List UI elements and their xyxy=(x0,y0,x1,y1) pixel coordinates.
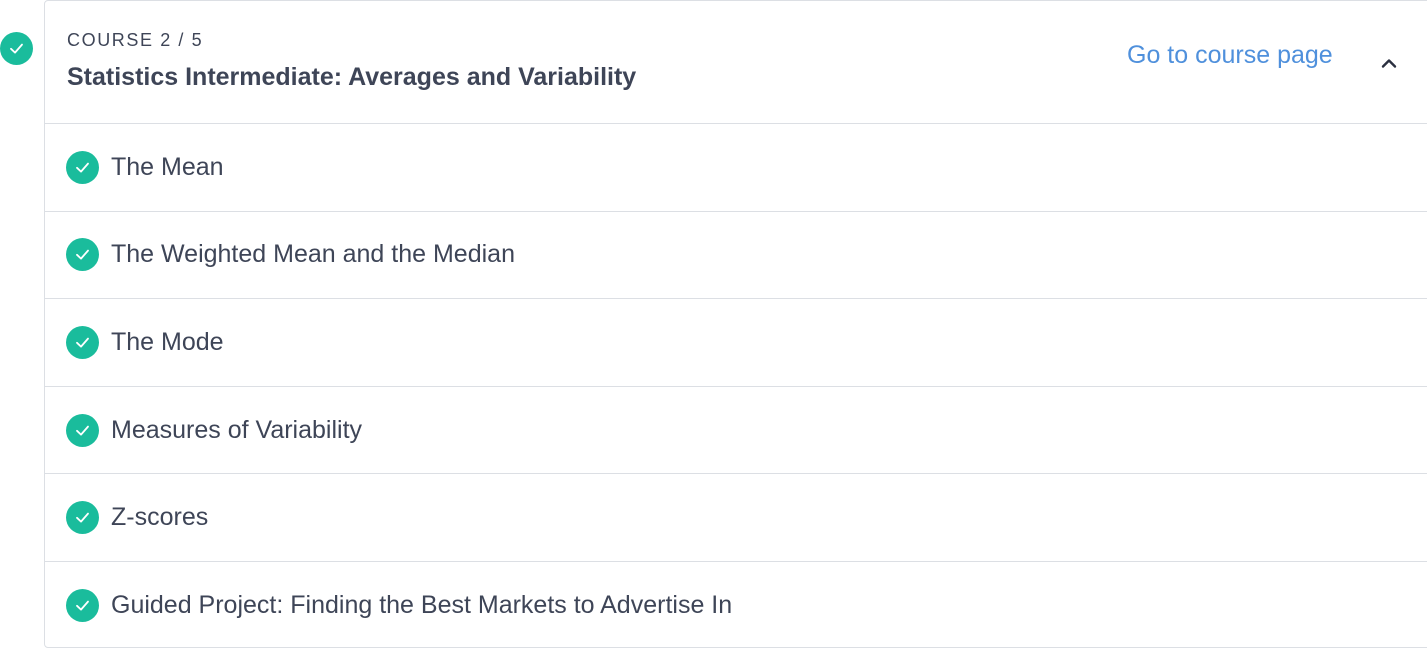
lesson-title[interactable]: The Weighted Mean and the Median xyxy=(111,240,515,269)
course-title: Statistics Intermediate: Averages and Va… xyxy=(67,63,637,91)
lesson-item[interactable]: The Mean xyxy=(45,124,1427,212)
chevron-up-icon xyxy=(1381,59,1397,68)
go-to-course-page-link[interactable]: Go to course page xyxy=(1127,41,1333,70)
lesson-title[interactable]: The Mode xyxy=(111,328,224,357)
check-icon xyxy=(10,43,23,54)
lesson-title[interactable]: Guided Project: Finding the Best Markets… xyxy=(111,591,732,620)
collapse-toggle-button[interactable] xyxy=(1369,45,1409,81)
course-complete-check-icon xyxy=(0,32,33,65)
lesson-title[interactable]: The Mean xyxy=(111,153,224,182)
course-number: COURSE 2 / 5 xyxy=(67,30,204,50)
lesson-item[interactable]: The Mode xyxy=(45,299,1427,387)
check-icon xyxy=(66,238,99,272)
check-icon xyxy=(66,413,99,447)
lesson-item[interactable]: Measures of Variability xyxy=(45,387,1427,475)
lesson-title[interactable]: Measures of Variability xyxy=(111,416,362,445)
course-card: COURSE 2 / 5 Statistics Intermediate: Av… xyxy=(44,0,1427,648)
check-icon xyxy=(66,150,99,184)
course-section: COURSE 2 / 5 Statistics Intermediate: Av… xyxy=(0,0,1427,648)
lesson-list: The Mean The Weighted Mean and the Media… xyxy=(45,124,1427,648)
check-icon xyxy=(66,501,99,535)
lesson-item[interactable]: Z-scores xyxy=(45,474,1427,562)
check-icon xyxy=(66,589,99,623)
check-icon xyxy=(66,325,99,359)
course-header[interactable]: COURSE 2 / 5 Statistics Intermediate: Av… xyxy=(45,1,1427,124)
lesson-item[interactable]: Guided Project: Finding the Best Markets… xyxy=(45,562,1427,648)
lesson-item[interactable]: The Weighted Mean and the Median xyxy=(45,212,1427,300)
lesson-title[interactable]: Z-scores xyxy=(111,503,208,532)
